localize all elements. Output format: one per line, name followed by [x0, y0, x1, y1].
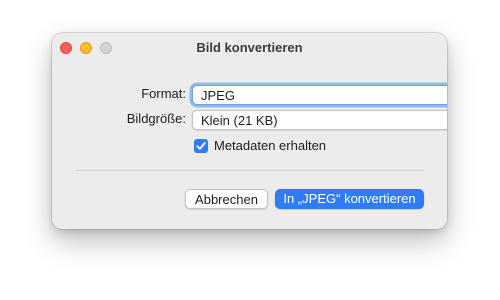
image-size-value: Klein (21 KB) [201, 113, 278, 128]
format-popup[interactable]: JPEG [192, 85, 447, 105]
checkmark-icon [196, 142, 206, 150]
image-size-label: Bildgröße: [126, 111, 186, 126]
cancel-button[interactable]: Abbrechen [185, 189, 268, 209]
title-bar: Bild konvertieren [52, 33, 447, 61]
format-label: Format: [141, 86, 186, 101]
convert-image-dialog: Bild konvertieren Format: JPEG Bildgröße… [52, 33, 447, 229]
separator [76, 170, 424, 171]
convert-button[interactable]: In „JPEG“ konvertieren [275, 189, 424, 209]
keep-metadata-label[interactable]: Metadaten erhalten [214, 138, 326, 153]
window-title: Bild konvertieren [196, 40, 303, 55]
image-size-popup[interactable]: Klein (21 KB) [192, 110, 447, 130]
keep-metadata-checkbox[interactable] [194, 139, 208, 153]
format-value: JPEG [201, 88, 235, 103]
